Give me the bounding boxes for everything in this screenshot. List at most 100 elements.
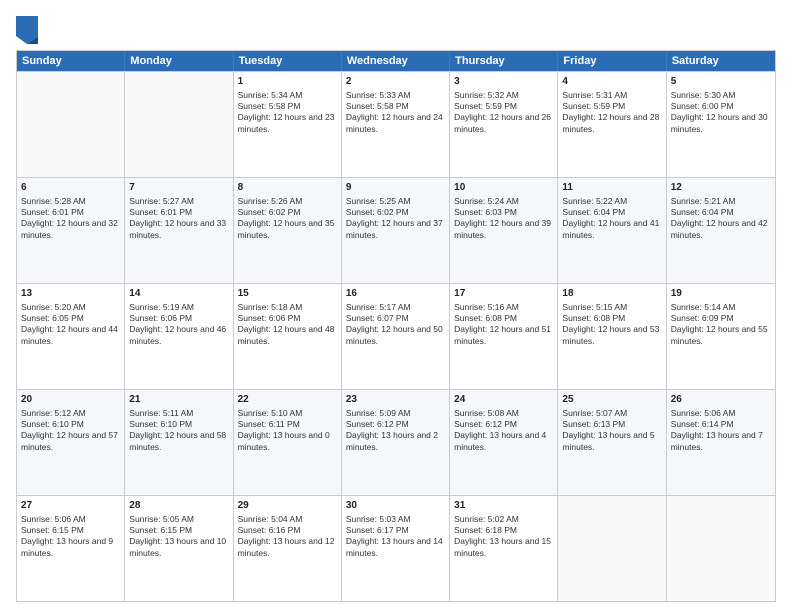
sunset-text: Sunset: 6:06 PM bbox=[238, 313, 301, 323]
day-number: 2 bbox=[346, 75, 445, 89]
sunrise-text: Sunrise: 5:28 AM bbox=[21, 196, 86, 206]
sunrise-text: Sunrise: 5:24 AM bbox=[454, 196, 519, 206]
calendar-day-cell: 8Sunrise: 5:26 AMSunset: 6:02 PMDaylight… bbox=[234, 178, 342, 283]
day-number: 3 bbox=[454, 75, 553, 89]
sunrise-text: Sunrise: 5:30 AM bbox=[671, 90, 736, 100]
calendar: SundayMondayTuesdayWednesdayThursdayFrid… bbox=[16, 50, 776, 602]
daylight-text: Daylight: 12 hours and 48 minutes. bbox=[238, 324, 335, 345]
calendar-day-cell: 7Sunrise: 5:27 AMSunset: 6:01 PMDaylight… bbox=[125, 178, 233, 283]
calendar-day-cell: 20Sunrise: 5:12 AMSunset: 6:10 PMDayligh… bbox=[17, 390, 125, 495]
sunset-text: Sunset: 6:04 PM bbox=[562, 207, 625, 217]
calendar-empty-cell bbox=[667, 496, 775, 601]
calendar-day-cell: 4Sunrise: 5:31 AMSunset: 5:59 PMDaylight… bbox=[558, 72, 666, 177]
daylight-text: Daylight: 12 hours and 44 minutes. bbox=[21, 324, 118, 345]
calendar-empty-cell bbox=[125, 72, 233, 177]
sunset-text: Sunset: 6:12 PM bbox=[454, 419, 517, 429]
daylight-text: Daylight: 13 hours and 12 minutes. bbox=[238, 536, 335, 557]
day-number: 21 bbox=[129, 393, 228, 407]
calendar-day-cell: 16Sunrise: 5:17 AMSunset: 6:07 PMDayligh… bbox=[342, 284, 450, 389]
day-number: 29 bbox=[238, 499, 337, 513]
calendar-row: 1Sunrise: 5:34 AMSunset: 5:58 PMDaylight… bbox=[17, 71, 775, 177]
daylight-text: Daylight: 13 hours and 5 minutes. bbox=[562, 430, 654, 451]
calendar-row: 20Sunrise: 5:12 AMSunset: 6:10 PMDayligh… bbox=[17, 389, 775, 495]
daylight-text: Daylight: 12 hours and 51 minutes. bbox=[454, 324, 551, 345]
calendar-day-cell: 15Sunrise: 5:18 AMSunset: 6:06 PMDayligh… bbox=[234, 284, 342, 389]
sunset-text: Sunset: 6:16 PM bbox=[238, 525, 301, 535]
daylight-text: Daylight: 13 hours and 7 minutes. bbox=[671, 430, 763, 451]
sunrise-text: Sunrise: 5:06 AM bbox=[21, 514, 86, 524]
day-number: 7 bbox=[129, 181, 228, 195]
calendar-day-cell: 10Sunrise: 5:24 AMSunset: 6:03 PMDayligh… bbox=[450, 178, 558, 283]
calendar-day-cell: 28Sunrise: 5:05 AMSunset: 6:15 PMDayligh… bbox=[125, 496, 233, 601]
calendar-row: 6Sunrise: 5:28 AMSunset: 6:01 PMDaylight… bbox=[17, 177, 775, 283]
calendar-body: 1Sunrise: 5:34 AMSunset: 5:58 PMDaylight… bbox=[17, 71, 775, 601]
calendar-day-cell: 30Sunrise: 5:03 AMSunset: 6:17 PMDayligh… bbox=[342, 496, 450, 601]
daylight-text: Daylight: 12 hours and 55 minutes. bbox=[671, 324, 768, 345]
sunrise-text: Sunrise: 5:16 AM bbox=[454, 302, 519, 312]
sunset-text: Sunset: 6:15 PM bbox=[21, 525, 84, 535]
sunset-text: Sunset: 6:07 PM bbox=[346, 313, 409, 323]
sunrise-text: Sunrise: 5:15 AM bbox=[562, 302, 627, 312]
calendar-day-cell: 25Sunrise: 5:07 AMSunset: 6:13 PMDayligh… bbox=[558, 390, 666, 495]
sunset-text: Sunset: 6:17 PM bbox=[346, 525, 409, 535]
sunset-text: Sunset: 6:03 PM bbox=[454, 207, 517, 217]
sunrise-text: Sunrise: 5:32 AM bbox=[454, 90, 519, 100]
daylight-text: Daylight: 12 hours and 46 minutes. bbox=[129, 324, 226, 345]
calendar-row: 13Sunrise: 5:20 AMSunset: 6:05 PMDayligh… bbox=[17, 283, 775, 389]
sunrise-text: Sunrise: 5:22 AM bbox=[562, 196, 627, 206]
daylight-text: Daylight: 12 hours and 53 minutes. bbox=[562, 324, 659, 345]
sunset-text: Sunset: 6:11 PM bbox=[238, 419, 300, 429]
daylight-text: Daylight: 12 hours and 58 minutes. bbox=[129, 430, 226, 451]
weekday-header: Saturday bbox=[667, 51, 775, 71]
sunset-text: Sunset: 6:10 PM bbox=[129, 419, 192, 429]
daylight-text: Daylight: 13 hours and 14 minutes. bbox=[346, 536, 443, 557]
calendar-day-cell: 11Sunrise: 5:22 AMSunset: 6:04 PMDayligh… bbox=[558, 178, 666, 283]
daylight-text: Daylight: 12 hours and 42 minutes. bbox=[671, 218, 768, 239]
sunset-text: Sunset: 5:59 PM bbox=[562, 101, 625, 111]
calendar-day-cell: 27Sunrise: 5:06 AMSunset: 6:15 PMDayligh… bbox=[17, 496, 125, 601]
calendar-day-cell: 21Sunrise: 5:11 AMSunset: 6:10 PMDayligh… bbox=[125, 390, 233, 495]
calendar-page: SundayMondayTuesdayWednesdayThursdayFrid… bbox=[0, 0, 792, 612]
calendar-day-cell: 3Sunrise: 5:32 AMSunset: 5:59 PMDaylight… bbox=[450, 72, 558, 177]
day-number: 25 bbox=[562, 393, 661, 407]
calendar-header: SundayMondayTuesdayWednesdayThursdayFrid… bbox=[17, 51, 775, 71]
day-number: 5 bbox=[671, 75, 771, 89]
day-number: 18 bbox=[562, 287, 661, 301]
logo-icon bbox=[16, 16, 38, 44]
day-number: 9 bbox=[346, 181, 445, 195]
sunset-text: Sunset: 6:02 PM bbox=[238, 207, 301, 217]
sunrise-text: Sunrise: 5:34 AM bbox=[238, 90, 303, 100]
calendar-day-cell: 17Sunrise: 5:16 AMSunset: 6:08 PMDayligh… bbox=[450, 284, 558, 389]
daylight-text: Daylight: 12 hours and 57 minutes. bbox=[21, 430, 118, 451]
day-number: 1 bbox=[238, 75, 337, 89]
sunrise-text: Sunrise: 5:04 AM bbox=[238, 514, 303, 524]
daylight-text: Daylight: 12 hours and 50 minutes. bbox=[346, 324, 443, 345]
sunset-text: Sunset: 6:04 PM bbox=[671, 207, 734, 217]
day-number: 15 bbox=[238, 287, 337, 301]
sunrise-text: Sunrise: 5:21 AM bbox=[671, 196, 736, 206]
calendar-empty-cell bbox=[558, 496, 666, 601]
daylight-text: Daylight: 12 hours and 33 minutes. bbox=[129, 218, 226, 239]
sunrise-text: Sunrise: 5:09 AM bbox=[346, 408, 411, 418]
sunrise-text: Sunrise: 5:20 AM bbox=[21, 302, 86, 312]
calendar-day-cell: 26Sunrise: 5:06 AMSunset: 6:14 PMDayligh… bbox=[667, 390, 775, 495]
daylight-text: Daylight: 12 hours and 32 minutes. bbox=[21, 218, 118, 239]
sunrise-text: Sunrise: 5:05 AM bbox=[129, 514, 194, 524]
day-number: 28 bbox=[129, 499, 228, 513]
sunrise-text: Sunrise: 5:26 AM bbox=[238, 196, 303, 206]
calendar-day-cell: 1Sunrise: 5:34 AMSunset: 5:58 PMDaylight… bbox=[234, 72, 342, 177]
calendar-day-cell: 23Sunrise: 5:09 AMSunset: 6:12 PMDayligh… bbox=[342, 390, 450, 495]
daylight-text: Daylight: 12 hours and 26 minutes. bbox=[454, 112, 551, 133]
daylight-text: Daylight: 12 hours and 30 minutes. bbox=[671, 112, 768, 133]
calendar-row: 27Sunrise: 5:06 AMSunset: 6:15 PMDayligh… bbox=[17, 495, 775, 601]
calendar-empty-cell bbox=[17, 72, 125, 177]
weekday-header: Tuesday bbox=[234, 51, 342, 71]
sunset-text: Sunset: 6:15 PM bbox=[129, 525, 192, 535]
daylight-text: Daylight: 13 hours and 0 minutes. bbox=[238, 430, 330, 451]
daylight-text: Daylight: 12 hours and 23 minutes. bbox=[238, 112, 335, 133]
sunrise-text: Sunrise: 5:27 AM bbox=[129, 196, 194, 206]
sunset-text: Sunset: 6:13 PM bbox=[562, 419, 625, 429]
daylight-text: Daylight: 13 hours and 4 minutes. bbox=[454, 430, 546, 451]
day-number: 22 bbox=[238, 393, 337, 407]
weekday-header: Friday bbox=[558, 51, 666, 71]
